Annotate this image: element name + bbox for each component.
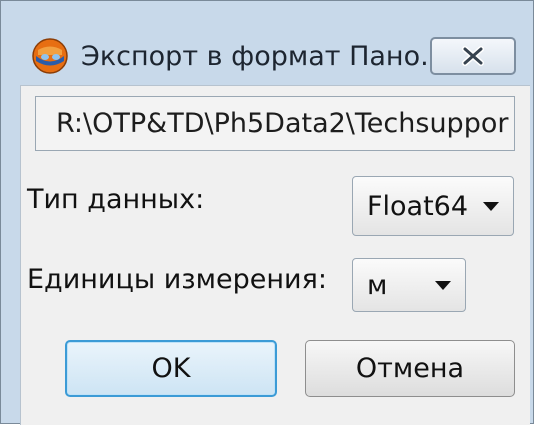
units-value: м (367, 269, 388, 301)
close-button[interactable] (430, 37, 516, 75)
data-type-select[interactable]: Float64 (352, 176, 514, 236)
title-bar[interactable]: Экспорт в формат Пано... (1, 1, 533, 79)
data-type-label: Тип данных: (27, 184, 205, 215)
chevron-down-icon (483, 202, 499, 211)
dialog-client-area: R:\OTP&TD\Ph5Data2\Techsuppor Тип данных… (20, 85, 530, 425)
chevron-down-icon (435, 281, 451, 290)
ok-button[interactable]: OK (65, 340, 277, 397)
window-title: Экспорт в формат Пано... (81, 41, 446, 72)
cancel-button[interactable]: Отмена (305, 340, 515, 397)
units-label: Единицы измерения: (27, 264, 327, 295)
export-dialog-window: Экспорт в формат Пано... R:\OTP&TD\Ph5Da… (0, 0, 534, 425)
close-icon (462, 46, 484, 66)
globe-icon (31, 37, 69, 75)
data-type-value: Float64 (367, 190, 469, 222)
file-path-field[interactable]: R:\OTP&TD\Ph5Data2\Techsuppor (35, 96, 515, 151)
units-select[interactable]: м (352, 258, 466, 312)
